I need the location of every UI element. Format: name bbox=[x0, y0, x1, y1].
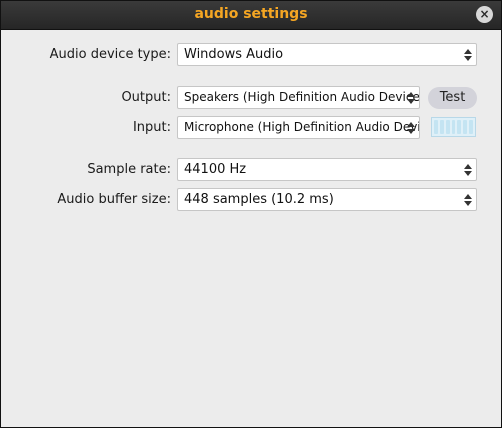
meter-bar bbox=[463, 120, 468, 134]
output-select[interactable]: Speakers (High Definition Audio Device) bbox=[177, 86, 420, 109]
window-title: audio settings bbox=[194, 6, 308, 22]
audio-settings-window: audio settings × Audio device type: Wind… bbox=[0, 0, 502, 428]
buffer-size-value: 448 samples (10.2 ms) bbox=[184, 192, 334, 207]
input-value: Microphone (High Definition Audio Device… bbox=[184, 120, 420, 134]
meter-bar bbox=[469, 120, 474, 134]
meter-bar bbox=[457, 120, 462, 134]
input-level-meter bbox=[431, 117, 476, 137]
meter-bar bbox=[439, 120, 444, 134]
close-icon: × bbox=[479, 7, 490, 21]
output-value: Speakers (High Definition Audio Device) bbox=[184, 90, 420, 104]
close-button[interactable]: × bbox=[476, 6, 493, 23]
meter-bar bbox=[451, 120, 456, 134]
settings-panel: Audio device type: Windows Audio Output:… bbox=[1, 31, 501, 427]
sample-rate-select[interactable]: 44100 Hz bbox=[177, 158, 477, 181]
chevron-updown-icon bbox=[460, 189, 476, 210]
chevron-updown-icon bbox=[403, 117, 419, 138]
buffer-size-label: Audio buffer size: bbox=[57, 192, 171, 207]
test-button[interactable]: Test bbox=[428, 87, 477, 109]
sample-rate-value: 44100 Hz bbox=[184, 162, 247, 177]
chevron-updown-icon bbox=[460, 44, 476, 65]
input-label: Input: bbox=[132, 120, 171, 135]
chevron-updown-icon bbox=[460, 159, 476, 180]
device-type-select[interactable]: Windows Audio bbox=[177, 43, 477, 66]
sample-rate-label: Sample rate: bbox=[87, 162, 171, 177]
input-select[interactable]: Microphone (High Definition Audio Device… bbox=[177, 116, 420, 139]
chevron-updown-icon bbox=[403, 87, 419, 108]
meter-bar bbox=[434, 120, 438, 134]
buffer-size-select[interactable]: 448 samples (10.2 ms) bbox=[177, 188, 477, 211]
device-type-label: Audio device type: bbox=[49, 47, 171, 62]
title-bar: audio settings × bbox=[1, 1, 501, 30]
device-type-value: Windows Audio bbox=[184, 47, 284, 62]
meter-bar bbox=[445, 120, 450, 134]
output-label: Output: bbox=[121, 90, 171, 105]
